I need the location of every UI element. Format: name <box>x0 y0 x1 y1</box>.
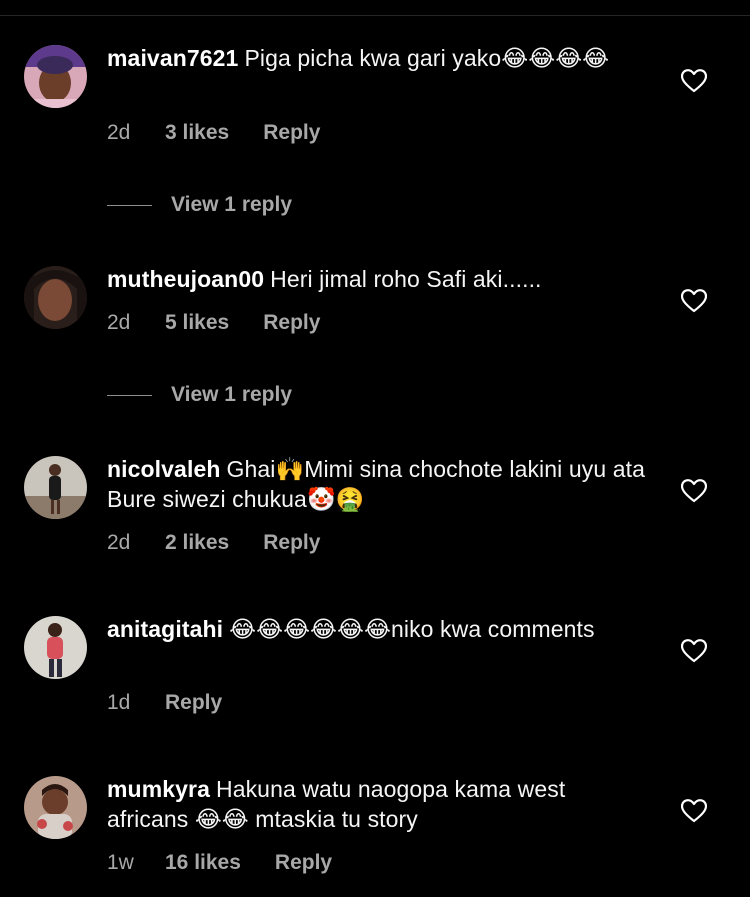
comment-meta: 1d Reply <box>107 688 222 718</box>
comment-likes[interactable]: 5 likes <box>165 308 229 338</box>
heart-outline-icon[interactable] <box>681 799 707 823</box>
view-replies-label: View 1 reply <box>171 193 293 216</box>
avatar[interactable] <box>24 266 87 329</box>
heart-outline-icon[interactable] <box>681 69 707 93</box>
comment-username[interactable]: nicolvaleh <box>107 456 220 482</box>
comment-body: mumkyra Hakuna watu naogopa kama west afr… <box>107 774 647 834</box>
comment-meta: 1w 16 likes Reply <box>107 848 332 878</box>
heart-outline-icon[interactable] <box>681 289 707 313</box>
comment-time: 2d <box>107 531 131 554</box>
comment-likes[interactable]: 16 likes <box>165 848 241 878</box>
replies-divider-line <box>107 394 152 396</box>
reply-button[interactable]: Reply <box>263 528 320 558</box>
comment-body: anitagitahi 😂😂😂😂😂😂niko kwa comments <box>107 614 647 644</box>
avatar[interactable] <box>24 616 87 679</box>
comment-text: Piga picha kwa gari yako😂😂😂😂 <box>244 45 610 71</box>
comment-likes[interactable]: 2 likes <box>165 528 229 558</box>
comment-time: 1d <box>107 691 131 714</box>
heart-outline-icon[interactable] <box>681 479 707 503</box>
comment-username[interactable]: mumkyra <box>107 776 210 802</box>
comment-username[interactable]: anitagitahi <box>107 616 223 642</box>
replies-divider-line <box>107 204 152 206</box>
comment-username[interactable]: mutheujoan00 <box>107 266 264 292</box>
view-replies-label: View 1 reply <box>171 383 293 406</box>
avatar-photo-icon <box>24 266 87 329</box>
comment-body: maivan7621 Piga picha kwa gari yako😂😂😂😂 <box>107 43 647 73</box>
avatar-photo-icon <box>24 456 87 519</box>
view-replies-button[interactable]: View 1 reply <box>107 380 292 410</box>
comment-meta: 2d 2 likes Reply <box>107 528 320 558</box>
comment-meta: 2d 5 likes Reply <box>107 308 320 338</box>
comment-text: Heri jimal roho Safi aki...... <box>270 266 542 292</box>
avatar[interactable] <box>24 776 87 839</box>
avatar-photo-icon <box>24 776 87 839</box>
avatar[interactable] <box>24 456 87 519</box>
comment-body: nicolvaleh Ghai🙌Mimi sina chochote lakini… <box>107 454 647 514</box>
avatar[interactable] <box>24 45 87 108</box>
comment-time: 2d <box>107 121 131 144</box>
reply-button[interactable]: Reply <box>275 848 332 878</box>
comment-time: 1w <box>107 851 134 874</box>
top-divider <box>0 15 750 16</box>
comment-text: 😂😂😂😂😂😂niko kwa comments <box>229 616 595 642</box>
reply-button[interactable]: Reply <box>263 308 320 338</box>
avatar-photo-icon <box>24 616 87 679</box>
view-replies-button[interactable]: View 1 reply <box>107 190 292 220</box>
comment-likes[interactable]: 3 likes <box>165 118 229 148</box>
comment-time: 2d <box>107 311 131 334</box>
comment-meta: 2d 3 likes Reply <box>107 118 320 148</box>
reply-button[interactable]: Reply <box>165 688 222 718</box>
comment-username[interactable]: maivan7621 <box>107 45 238 71</box>
comment-body: mutheujoan00 Heri jimal roho Safi aki....… <box>107 264 647 294</box>
reply-button[interactable]: Reply <box>263 118 320 148</box>
heart-outline-icon[interactable] <box>681 639 707 663</box>
avatar-photo-icon <box>24 45 87 108</box>
